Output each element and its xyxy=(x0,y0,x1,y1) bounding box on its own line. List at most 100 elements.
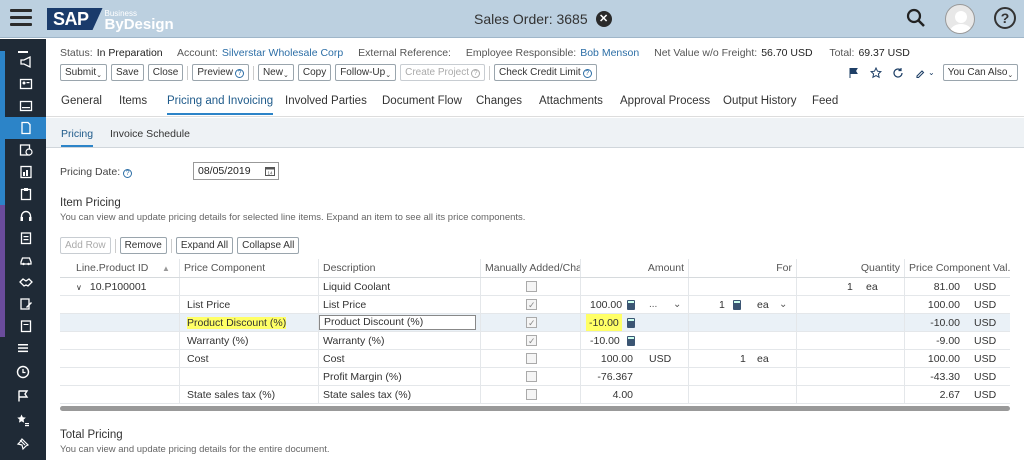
col-header-price-component-value[interactable]: Price Component Val... xyxy=(905,259,1010,277)
amount-cell[interactable]: -10.00 xyxy=(581,314,689,331)
sidebar-item-notes[interactable] xyxy=(0,315,46,337)
account-link[interactable]: Silverstar Wholesale Corp xyxy=(222,47,343,59)
manual-checkbox[interactable] xyxy=(526,314,537,331)
chevron-down-icon[interactable]: ⌄ xyxy=(779,296,787,313)
close-icon[interactable]: ✕ xyxy=(595,11,612,27)
currency-dropdown[interactable]: ... xyxy=(649,296,657,313)
calculator-icon[interactable] xyxy=(627,336,635,346)
pcv-currency: USD xyxy=(974,299,997,311)
flag-icon[interactable] xyxy=(848,67,860,79)
sidebar-item-handshake[interactable] xyxy=(0,271,46,293)
sidebar-item-edit[interactable] xyxy=(0,293,46,315)
close-button[interactable]: Close xyxy=(147,64,184,81)
line-product-cell xyxy=(60,350,180,367)
for-qty: 1 xyxy=(719,299,725,311)
table-row[interactable]: List Price List Price 100.00 ... ⌄ 1 ea … xyxy=(60,296,1010,314)
subtab-pricing[interactable]: Pricing xyxy=(61,128,94,147)
collapse-all-button[interactable]: Collapse All xyxy=(237,237,300,254)
tab-general[interactable]: General xyxy=(61,95,102,107)
sidebar-item-checklist[interactable] xyxy=(0,227,46,249)
add-row-button[interactable]: Add Row xyxy=(60,237,111,254)
horizontal-scrollbar[interactable] xyxy=(60,406,1010,411)
col-header-manually-added[interactable]: Manually Added/Cha... xyxy=(481,259,581,277)
sidebar-item-tasks[interactable] xyxy=(0,183,46,205)
sidebar-item-leads[interactable] xyxy=(0,73,46,95)
submit-button[interactable]: Submit⌄ xyxy=(60,64,107,81)
help-icon[interactable]: ? xyxy=(994,7,1016,29)
remove-button[interactable]: Remove xyxy=(119,237,167,254)
search-icon[interactable] xyxy=(906,8,926,28)
for-cell[interactable]: 1 ea ⌄ xyxy=(689,296,797,313)
pricing-date-field[interactable]: 08/05/2019 14 xyxy=(193,162,279,180)
sidebar-item-flags[interactable] xyxy=(0,385,46,407)
table-row[interactable]: ∨ 10.P100001 Liquid Coolant 1 ea 81.00 US… xyxy=(60,278,1010,296)
preview-button[interactable]: Preview? xyxy=(192,64,249,81)
follow-up-button[interactable]: Follow-Up⌄ xyxy=(335,64,397,81)
amount-cell[interactable]: -10.00 xyxy=(581,332,689,349)
chevron-down-icon[interactable]: ⌄ xyxy=(673,296,681,313)
sidebar-item-quotes[interactable] xyxy=(0,139,46,161)
save-button[interactable]: Save xyxy=(111,64,144,81)
star-icon[interactable] xyxy=(870,66,882,79)
col-header-price-component[interactable]: Price Component xyxy=(180,259,319,277)
col-header-for[interactable]: For xyxy=(689,259,797,277)
you-can-also-button[interactable]: You Can Also⌄ xyxy=(942,64,1019,81)
description-cell: Cost xyxy=(319,350,481,367)
tab-output-history[interactable]: Output History xyxy=(723,95,797,107)
sidebar-item-reports[interactable] xyxy=(0,161,46,183)
chevron-down-icon[interactable]: ∨ xyxy=(76,283,82,292)
tab-involved-parties[interactable]: Involved Parties xyxy=(285,95,367,107)
pcv-currency: USD xyxy=(974,371,997,383)
table-row[interactable]: Warranty (%) Warranty (%) -10.00 -9.00 U… xyxy=(60,332,1010,350)
tab-document-flow[interactable]: Document Flow xyxy=(382,95,462,107)
tab-changes[interactable]: Changes xyxy=(476,95,522,107)
sidebar-item-history[interactable] xyxy=(0,361,46,383)
tab-approval-process[interactable]: Approval Process xyxy=(620,95,710,107)
table-row[interactable]: Profit Margin (%) -76.367 -43.30 USD xyxy=(60,368,1010,386)
personalize-icon[interactable] xyxy=(914,67,926,79)
col-header-description[interactable]: Description xyxy=(319,259,481,277)
sidebar-item-service[interactable] xyxy=(0,205,46,227)
subtab-invoice-schedule[interactable]: Invoice Schedule xyxy=(110,128,190,140)
col-header-amount[interactable]: Amount xyxy=(581,259,689,277)
table-row[interactable]: State sales tax (%) State sales tax (%) … xyxy=(60,386,1010,404)
sidebar-item-favorites[interactable] xyxy=(0,409,46,431)
tab-items[interactable]: Items xyxy=(119,95,147,107)
personalize-caret-icon[interactable]: ⌄ xyxy=(928,68,935,77)
employee-link[interactable]: Bob Menson xyxy=(580,47,639,59)
col-header-quantity[interactable]: Quantity xyxy=(797,259,905,277)
check-credit-limit-button[interactable]: Check Credit Limit? xyxy=(494,64,597,81)
sidebar-item-list[interactable] xyxy=(0,337,46,359)
calculator-icon[interactable] xyxy=(627,318,635,328)
calculator-icon[interactable] xyxy=(733,300,741,310)
tab-pricing-and-invoicing[interactable]: Pricing and Invoicing xyxy=(167,95,274,115)
new-button[interactable]: New⌄ xyxy=(257,64,294,81)
create-project-button[interactable]: Create Project? xyxy=(400,64,486,81)
manual-checkbox[interactable] xyxy=(526,296,537,313)
help-circle-icon[interactable]: ? xyxy=(123,169,133,178)
sidebar-item-contacts[interactable] xyxy=(0,95,46,117)
sidebar-item-campaigns[interactable] xyxy=(0,51,46,73)
description-cell: Warranty (%) xyxy=(319,332,481,349)
sidebar-item-sales-orders[interactable] xyxy=(0,117,46,139)
calendar-icon[interactable]: 14 xyxy=(265,166,275,176)
sort-icon[interactable]: ▲ xyxy=(158,259,180,277)
table-row[interactable]: Product Discount (%) Product Discount (%… xyxy=(60,314,1010,332)
menu-icon[interactable] xyxy=(10,9,32,27)
tab-feed[interactable]: Feed xyxy=(812,95,838,107)
manual-checkbox[interactable] xyxy=(526,332,537,349)
table-row[interactable]: Cost Cost 100.00 USD 1 ea 100.00 USD xyxy=(60,350,1010,368)
refresh-icon[interactable] xyxy=(892,67,904,79)
calculator-icon[interactable] xyxy=(627,300,635,310)
avatar[interactable] xyxy=(945,4,975,34)
expand-all-button[interactable]: Expand All xyxy=(175,237,234,254)
sidebar-item-vehicles[interactable] xyxy=(0,249,46,271)
contact-card-icon xyxy=(19,78,32,90)
amount-cell[interactable]: 100.00 ... ⌄ xyxy=(581,296,689,313)
tab-attachments[interactable]: Attachments xyxy=(539,95,603,107)
pcv-cell: 81.00 USD xyxy=(905,278,1010,295)
description-input[interactable]: Product Discount (%) xyxy=(319,315,476,330)
copy-button[interactable]: Copy xyxy=(297,64,332,81)
sidebar-item-recent[interactable] xyxy=(0,433,46,455)
pricing-date-label: Pricing Date:? xyxy=(60,166,133,178)
